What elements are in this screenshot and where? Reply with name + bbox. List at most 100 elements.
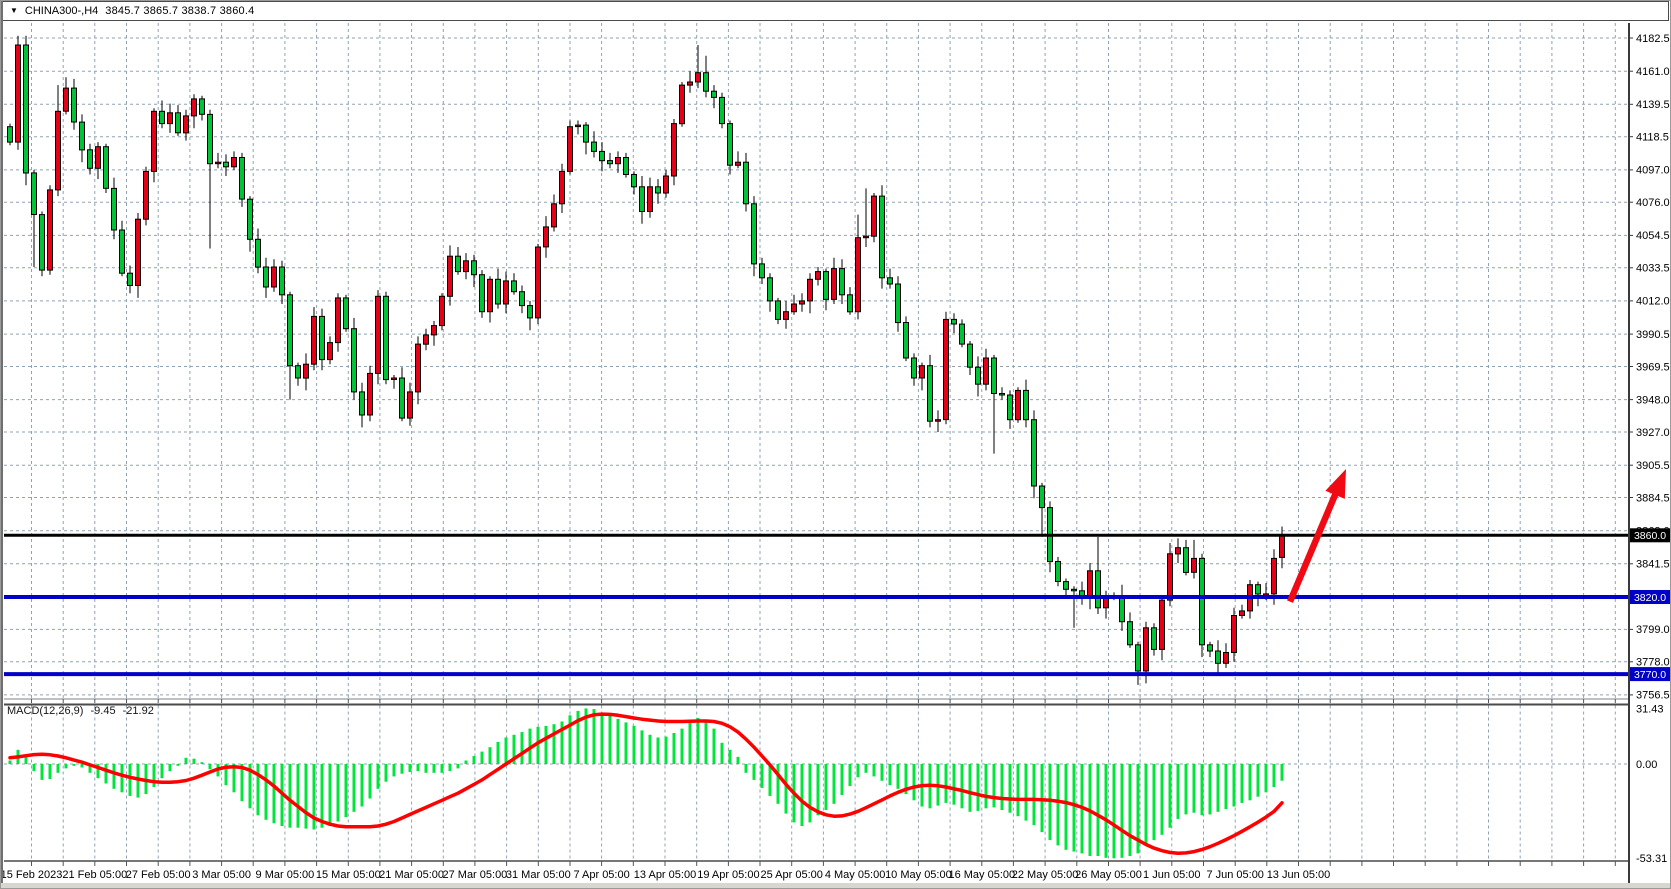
macd-bar	[985, 764, 988, 808]
macd-bar	[729, 750, 732, 764]
time-axis-label: 19 Apr 05:00	[697, 869, 759, 881]
macd-bar	[497, 742, 500, 764]
symbol-dropdown-icon[interactable]: ▼	[10, 7, 18, 15]
chart-canvas[interactable]: 4182.54161.04139.54118.54097.04076.04054…	[1, 1, 1671, 889]
candle-down	[120, 230, 125, 273]
macd-bar	[857, 764, 860, 777]
macd-bar	[617, 719, 620, 764]
candle-up	[1272, 558, 1277, 594]
candle-down	[176, 113, 181, 133]
macd-bar	[169, 764, 172, 771]
macd-bar	[897, 764, 900, 789]
price-axis-label: 3969.5	[1636, 361, 1670, 373]
candle-up	[664, 176, 669, 193]
macd-bar	[209, 764, 212, 769]
macd-bar	[737, 757, 740, 764]
macd-bar	[105, 764, 108, 784]
candle-down	[912, 358, 917, 378]
candle-down	[520, 292, 525, 306]
candle-up	[1176, 548, 1181, 554]
candle-down	[640, 187, 645, 212]
candle-down	[592, 142, 597, 151]
price-axis-label: 3884.5	[1636, 492, 1670, 504]
candle-up	[576, 125, 581, 127]
candle-down	[240, 158, 245, 200]
macd-bar	[825, 764, 828, 810]
macd-bar	[665, 737, 668, 764]
macd-bar	[1217, 764, 1220, 812]
price-axis-labels[interactable]: 4182.54161.04139.54118.54097.04076.04054…	[1629, 33, 1671, 865]
candle-down	[608, 161, 613, 164]
price-axis-label: 3990.5	[1636, 329, 1670, 341]
macd-bar	[1201, 764, 1204, 815]
price-axis-label: 3841.5	[1636, 559, 1670, 571]
macd-bar	[409, 764, 412, 772]
candle-up	[792, 304, 797, 312]
candle-down	[992, 358, 997, 394]
candle-up	[408, 392, 413, 418]
macd-bar	[81, 764, 84, 768]
macd-bar	[689, 722, 692, 764]
price-levels[interactable]	[4, 535, 1629, 674]
macd-bar	[713, 729, 716, 764]
macd-bar	[385, 764, 388, 782]
macd-bar	[865, 764, 868, 773]
macd-bar	[1177, 764, 1180, 819]
candle-down	[1040, 486, 1045, 508]
macd-bar	[185, 758, 188, 764]
candle-down	[928, 366, 933, 422]
arrow-head[interactable]	[1325, 469, 1346, 499]
candle-down	[624, 158, 629, 175]
candle-down	[256, 239, 261, 267]
candle-down	[320, 316, 325, 359]
symbol-period-label: CHINA300-,H4	[25, 5, 98, 17]
candle-up	[616, 158, 621, 164]
time-axis-label: 21 Mar 05:00	[379, 869, 444, 881]
candle-down	[1152, 628, 1157, 650]
candle-up	[544, 227, 549, 247]
candle-down	[976, 367, 981, 384]
macd-bar	[113, 764, 116, 789]
macd-bar	[697, 718, 700, 764]
macd-bar	[1209, 764, 1212, 814]
candle-up	[936, 420, 941, 422]
macd-bar	[889, 764, 892, 785]
macd-bar	[873, 764, 876, 776]
macd-bar	[641, 730, 644, 764]
macd-bar	[121, 764, 124, 792]
candle-up	[536, 247, 541, 318]
candle-up	[56, 111, 61, 190]
candle-up	[64, 88, 69, 111]
macd-bar	[1025, 764, 1028, 821]
macd-bar	[153, 764, 156, 787]
macd-bar	[1169, 764, 1172, 828]
macd-bar	[161, 764, 164, 778]
macd-bar	[265, 764, 268, 820]
time-axis-label: 15 Mar 05:00	[316, 869, 381, 881]
macd-bar	[961, 764, 964, 808]
price-axis-label: 4033.5	[1636, 263, 1670, 275]
candle-up	[1192, 558, 1197, 572]
macd-bar	[273, 764, 276, 823]
candle-up	[328, 343, 333, 360]
price-axis-label: 4118.5	[1636, 132, 1669, 144]
candle-down	[728, 124, 733, 166]
candle-down	[848, 295, 853, 312]
time-axis-label: 3 Mar 05:00	[192, 869, 251, 881]
time-axis-label: 13 Jun 05:00	[1267, 869, 1331, 881]
candle-up	[184, 116, 189, 133]
time-axis-label: 21 Feb 05:00	[62, 869, 127, 881]
candle-up	[448, 256, 453, 296]
macd-bar	[913, 764, 916, 800]
ohlc-values: 3845.7 3865.7 3838.7 3860.4	[105, 5, 254, 17]
candle-down	[968, 344, 973, 367]
candle-up	[688, 82, 693, 85]
macd-bar	[361, 764, 364, 807]
candle-down	[1096, 571, 1101, 608]
candle-up	[304, 364, 309, 378]
candle-up	[464, 261, 469, 272]
time-axis-labels[interactable]: 15 Feb 202321 Feb 05:0027 Feb 05:003 Mar…	[1, 869, 1330, 881]
price-axis-label: 4097.0	[1636, 165, 1670, 177]
level-badge-value: 3860.0	[1634, 530, 1666, 542]
candle-down	[840, 269, 845, 295]
